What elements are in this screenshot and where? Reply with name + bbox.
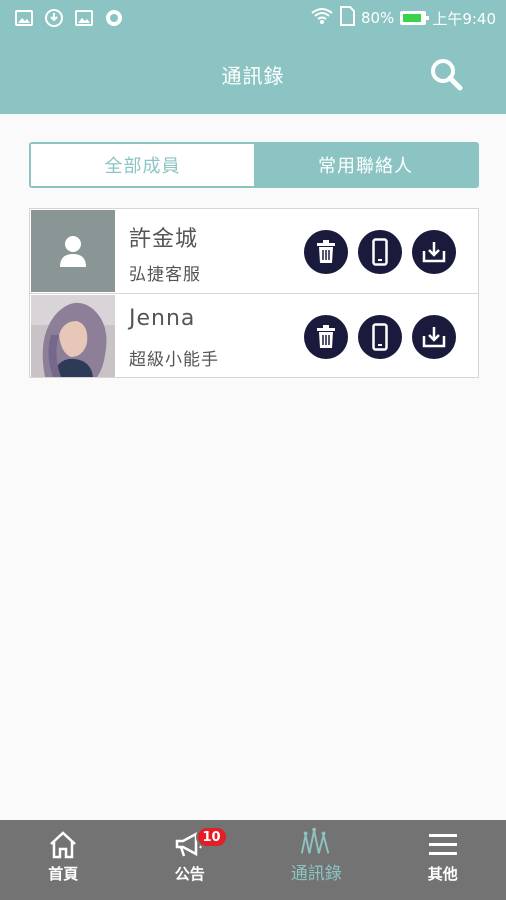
avatar <box>31 295 115 377</box>
nav-label: 首頁 <box>48 865 79 883</box>
list-item[interactable]: 許金城 弘捷客服 <box>29 208 479 293</box>
delete-icon[interactable] <box>304 230 348 274</box>
nav-contacts[interactable]: 通訊錄 <box>253 820 380 900</box>
person-placeholder-icon <box>31 210 115 292</box>
notification-badge: 10 <box>195 826 228 848</box>
contacts-icon <box>299 825 333 857</box>
contact-list: 許金城 弘捷客服 Jenna 超級小能手 <box>29 208 479 378</box>
contact-subtitle: 超級小能手 <box>129 350 219 370</box>
contact-name: 許金城 <box>129 227 199 252</box>
contact-name: Jenna <box>129 306 196 331</box>
list-item[interactable]: Jenna 超級小能手 <box>29 293 479 378</box>
home-icon <box>46 829 80 861</box>
delete-icon[interactable] <box>304 315 348 359</box>
segmented-control: 全部成員 常用聯絡人 <box>29 142 479 188</box>
tab-all-members[interactable]: 全部成員 <box>31 144 254 186</box>
nav-label: 通訊錄 <box>290 864 342 884</box>
nav-announcements[interactable]: 10 公告 <box>127 820 254 900</box>
clock: 上午9:40 <box>432 9 496 28</box>
nav-home[interactable]: 首頁 <box>0 820 127 900</box>
search-icon[interactable] <box>428 56 464 92</box>
contact-actions <box>304 230 456 274</box>
nav-label: 公告 <box>174 865 205 883</box>
phone-icon[interactable] <box>358 315 402 359</box>
image-icon <box>74 8 94 28</box>
bottom-nav: 首頁 10 公告 通訊錄 其他 <box>0 820 506 900</box>
system-status: 80% 上午9:40 <box>311 6 496 30</box>
nav-more[interactable]: 其他 <box>380 820 506 900</box>
download-icon[interactable] <box>412 315 456 359</box>
wifi-icon <box>311 7 333 29</box>
download-icon[interactable] <box>412 230 456 274</box>
nav-label: 其他 <box>427 865 458 883</box>
contact-subtitle: 弘捷客服 <box>129 265 201 285</box>
battery-percent: 80% <box>360 9 395 27</box>
sim-icon <box>339 6 355 30</box>
battery-icon <box>400 11 430 25</box>
image-icon <box>14 8 34 28</box>
menu-icon <box>426 829 460 861</box>
status-bar: 80% 上午9:40 <box>0 0 506 36</box>
download-icon <box>44 8 64 28</box>
phone-icon[interactable] <box>358 230 402 274</box>
tab-favorite-contacts[interactable]: 常用聯絡人 <box>254 144 477 186</box>
contact-actions <box>304 315 456 359</box>
app-bar: 通訊錄 <box>0 36 506 114</box>
circle-icon <box>104 8 124 28</box>
notification-icons <box>14 8 124 28</box>
